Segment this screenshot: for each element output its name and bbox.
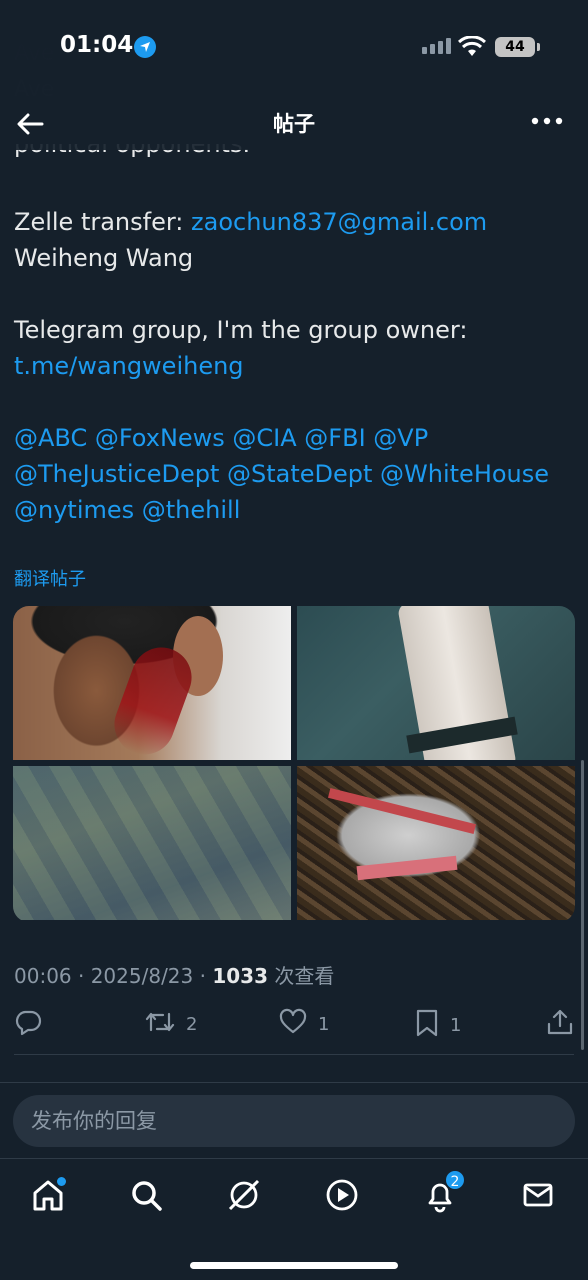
battery-indicator: 44 bbox=[495, 37, 540, 57]
notification-badge: 2 bbox=[444, 1169, 466, 1191]
media-photo-1[interactable] bbox=[13, 606, 291, 760]
telegram-label: Telegram group, I'm the group owner: bbox=[14, 316, 468, 344]
share-icon bbox=[546, 1008, 574, 1041]
retweet-count: 2 bbox=[186, 1014, 198, 1035]
wifi-icon bbox=[457, 35, 487, 62]
reply-button[interactable] bbox=[14, 1008, 42, 1041]
play-icon bbox=[324, 1179, 360, 1217]
bookmark-icon bbox=[414, 1008, 440, 1043]
zelle-email-link[interactable]: zaochun837@gmail.com bbox=[191, 208, 487, 236]
top-nav-bar: 帖子 bbox=[0, 96, 588, 150]
divider bbox=[14, 1054, 574, 1055]
media-photo-3[interactable] bbox=[13, 766, 291, 920]
bookmark-count: 1 bbox=[450, 1015, 462, 1036]
media-photo-2[interactable] bbox=[297, 606, 575, 760]
tweet-body: Zelle transfer: zaochun837@gmail.com Wei… bbox=[14, 204, 574, 528]
tweet-meta: 00:06 · 2025/8/23 · 1033 次查看 bbox=[14, 960, 334, 989]
grok-icon bbox=[226, 1179, 262, 1217]
tab-notifications[interactable]: 2 bbox=[422, 1169, 466, 1213]
tab-search[interactable] bbox=[128, 1177, 164, 1213]
media-grid bbox=[13, 606, 575, 922]
retweet-icon bbox=[144, 1008, 176, 1041]
home-unread-dot bbox=[57, 1177, 66, 1186]
bell-icon bbox=[422, 1183, 458, 1217]
view-count: 1033 bbox=[212, 964, 269, 988]
tab-home[interactable] bbox=[30, 1177, 66, 1213]
retweet-button[interactable]: 2 bbox=[144, 1008, 197, 1041]
mentions-line-1[interactable]: @ABC @FoxNews @CIA @FBI @VP bbox=[14, 420, 574, 456]
home-indicator bbox=[190, 1262, 398, 1269]
status-bar: 01:04 44 bbox=[0, 0, 588, 96]
tab-video[interactable] bbox=[324, 1177, 360, 1213]
media-photo-4[interactable] bbox=[297, 766, 575, 920]
heart-icon bbox=[278, 1008, 308, 1041]
zelle-name: Weiheng Wang bbox=[14, 244, 194, 272]
tweet-timestamp: 00:06 · 2025/8/23 · bbox=[14, 964, 213, 988]
mentions-line-3[interactable]: @nytimes @thehill bbox=[14, 492, 574, 528]
telegram-link[interactable]: t.me/wangweiheng bbox=[14, 352, 244, 380]
bookmark-button[interactable]: 1 bbox=[414, 1008, 461, 1043]
mentions-line-2[interactable]: @TheJusticeDept @StateDept @WhiteHouse bbox=[14, 456, 574, 492]
scrollbar[interactable] bbox=[581, 760, 584, 1050]
share-button[interactable] bbox=[546, 1008, 574, 1041]
mail-icon bbox=[520, 1183, 556, 1217]
like-button[interactable]: 1 bbox=[278, 1008, 329, 1041]
zelle-label: Zelle transfer: bbox=[14, 208, 192, 236]
cellular-signal-icon bbox=[422, 38, 451, 54]
views-label: 次查看 bbox=[268, 964, 335, 988]
status-time: 01:04 bbox=[60, 32, 134, 58]
page-title: 帖子 bbox=[273, 112, 315, 136]
zelle-line: Zelle transfer: zaochun837@gmail.com bbox=[14, 204, 574, 240]
location-arrow-icon bbox=[134, 36, 156, 58]
divider bbox=[0, 1082, 588, 1083]
home-icon bbox=[30, 1180, 66, 1217]
tweet-actions: 2 1 1 bbox=[14, 1008, 574, 1048]
tab-grok[interactable] bbox=[226, 1177, 262, 1213]
translate-post-link[interactable]: 翻译帖子 bbox=[14, 565, 86, 591]
more-options-icon[interactable] bbox=[530, 110, 564, 132]
search-icon bbox=[128, 1181, 164, 1217]
tab-messages[interactable] bbox=[520, 1177, 556, 1213]
reply-icon bbox=[14, 1008, 42, 1041]
like-count: 1 bbox=[318, 1014, 330, 1035]
reply-input[interactable] bbox=[13, 1095, 575, 1147]
reply-box[interactable] bbox=[13, 1095, 575, 1147]
